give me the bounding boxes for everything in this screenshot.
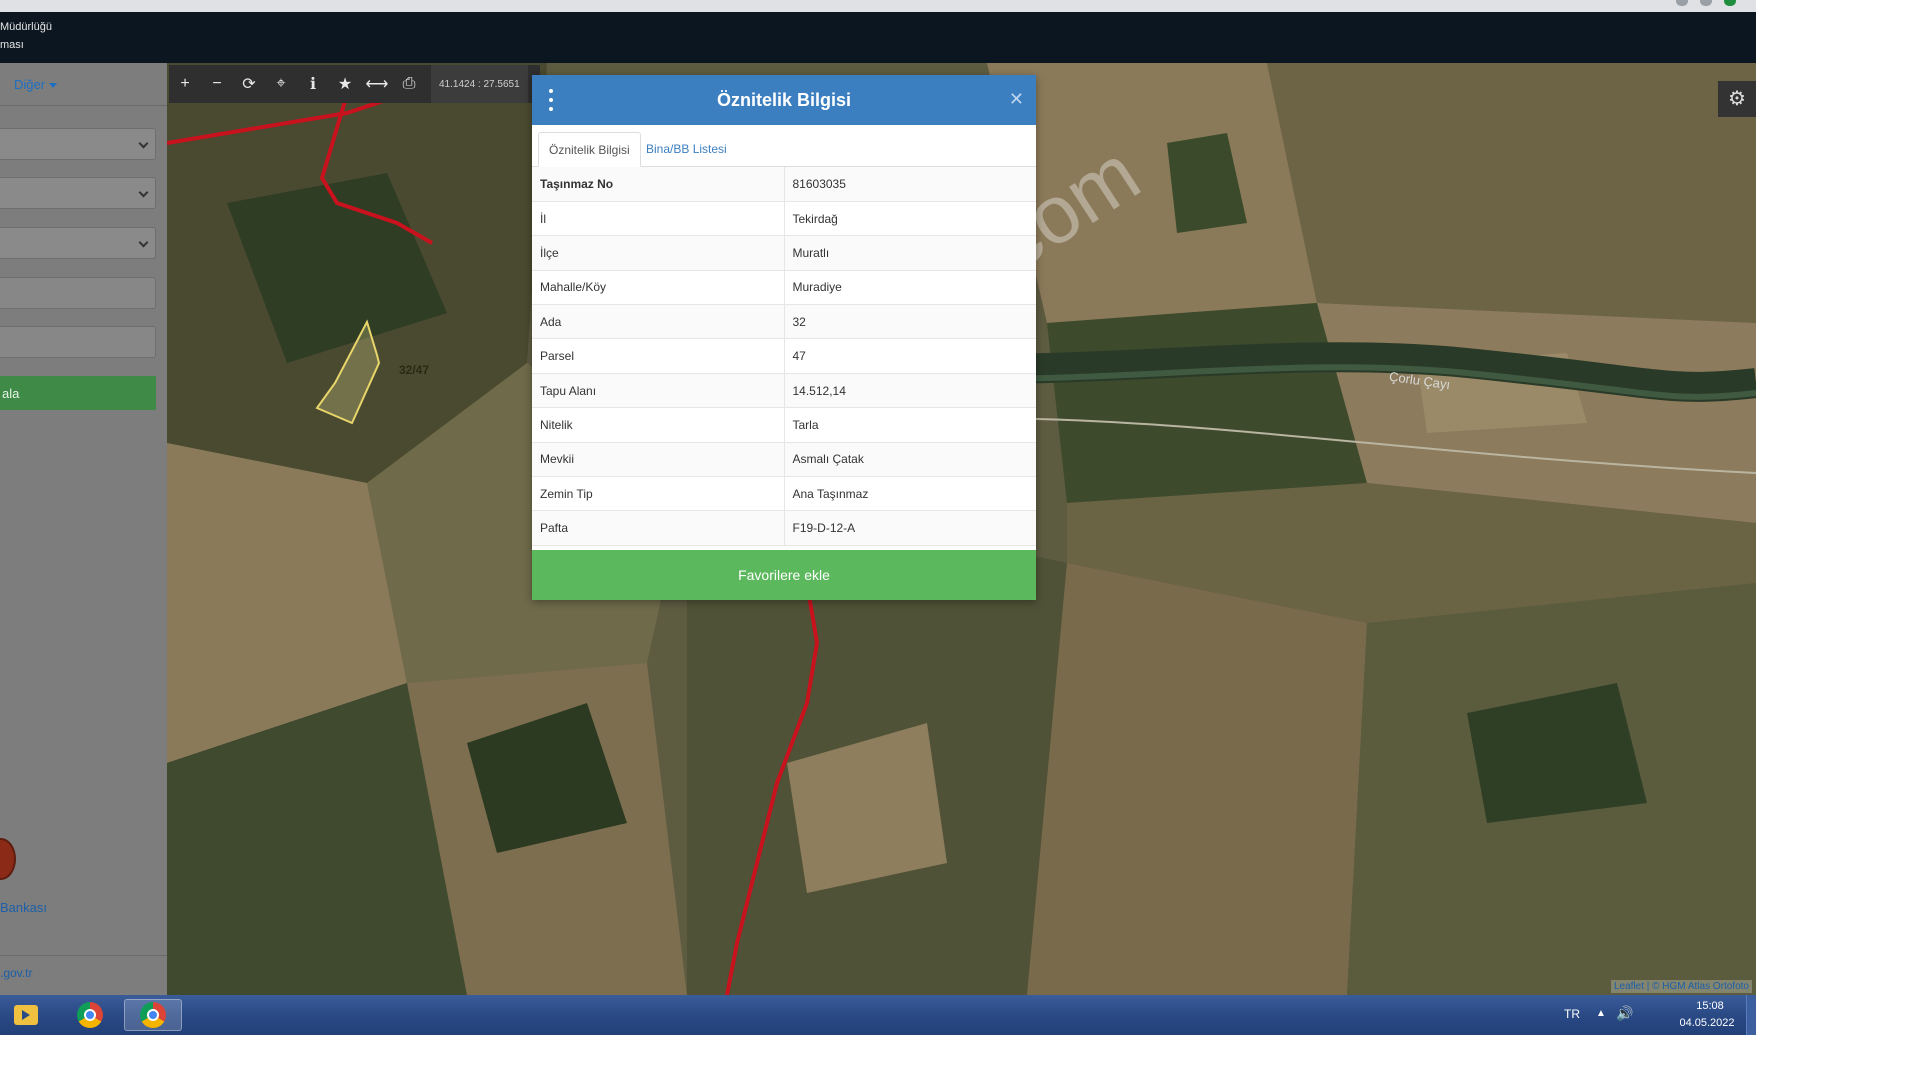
attribute-key: Pafta bbox=[532, 510, 785, 546]
tab-building-list[interactable]: Bina/BB Listesi bbox=[636, 132, 737, 167]
chevron-down-icon bbox=[138, 187, 149, 198]
refresh-icon[interactable]: ⟳ bbox=[233, 65, 265, 103]
app-header: Müdürlüğü ması bbox=[0, 12, 1756, 63]
attribute-value: 14.512,14 bbox=[784, 373, 1036, 409]
show-desktop-button[interactable] bbox=[1746, 995, 1756, 1035]
more-vertical-icon[interactable] bbox=[546, 89, 556, 111]
chevron-down-icon bbox=[138, 237, 149, 248]
clock-date[interactable]: 04.05.2022 bbox=[1670, 1017, 1744, 1029]
attribute-table: Taşınmaz No 81603035 İl Tekirdağ İlçe Murat… bbox=[532, 167, 1036, 546]
query-button[interactable]: ala bbox=[0, 376, 156, 410]
chrome-active-icon[interactable] bbox=[124, 999, 182, 1031]
map-toolbar: + − ⟳ ⌖ ℹ ★ ⟷ ⎙ 41.1424 : 27.5651 bbox=[169, 65, 540, 103]
more-menu[interactable]: Diğer bbox=[14, 77, 58, 92]
dialog-title: Öznitelik Bilgisi bbox=[716, 90, 852, 110]
table-row: Nitelik Tarla bbox=[532, 407, 1036, 443]
attribute-key: Taşınmaz No bbox=[532, 167, 785, 202]
browser-strip bbox=[0, 0, 1756, 12]
attribute-key: İlçe bbox=[532, 235, 785, 271]
dialog-header: Öznitelik Bilgisi ✕ bbox=[532, 75, 1036, 125]
more-menu-label: Diğer bbox=[14, 77, 46, 92]
star-icon[interactable]: ★ bbox=[329, 65, 361, 103]
bank-link[interactable]: Bankası bbox=[0, 900, 47, 915]
parcel-label: 32/47 bbox=[399, 363, 430, 377]
attribute-key: Tapu Alanı bbox=[532, 373, 785, 409]
attribute-value: 47 bbox=[784, 338, 1036, 374]
attribute-value: Muratlı bbox=[784, 235, 1036, 271]
chrome-icon[interactable] bbox=[70, 999, 110, 1031]
attribute-key: Ada bbox=[532, 304, 785, 340]
attribute-dialog: Öznitelik Bilgisi ✕ Öznitelik Bilgisi Bi… bbox=[532, 75, 1036, 600]
parcel-input[interactable] bbox=[0, 326, 156, 358]
table-row: Mahalle/Köy Muradiye bbox=[532, 270, 1036, 306]
taskbar: TR ▲ 🔊 15:08 04.05.2022 bbox=[0, 995, 1756, 1035]
attribute-value: F19-D-12-A bbox=[784, 510, 1036, 546]
zoom-in-icon[interactable]: + bbox=[169, 65, 201, 103]
table-row: Pafta F19-D-12-A bbox=[532, 510, 1036, 546]
volume-icon[interactable]: 🔊 bbox=[1616, 1005, 1633, 1022]
table-row: Mevkii Asmalı Çatak bbox=[532, 442, 1036, 478]
attribute-value: 32 bbox=[784, 304, 1036, 340]
clock-time[interactable]: 15:08 bbox=[1680, 1000, 1740, 1012]
print-icon[interactable]: ⎙ bbox=[393, 65, 425, 103]
info-icon[interactable]: ℹ bbox=[297, 65, 329, 103]
extension-icon[interactable] bbox=[1676, 0, 1688, 6]
bank-logo bbox=[0, 838, 16, 880]
locate-icon[interactable]: ⌖ bbox=[265, 65, 297, 103]
table-row: İl Tekirdağ bbox=[532, 201, 1036, 237]
attribute-value: Muradiye bbox=[784, 270, 1036, 306]
table-row: Zemin Tip Ana Taşınmaz bbox=[532, 476, 1036, 512]
attribute-key: Zemin Tip bbox=[532, 476, 785, 512]
measure-icon[interactable]: ⟷ bbox=[361, 65, 393, 103]
footer-link[interactable]: .gov.tr bbox=[0, 966, 32, 980]
media-player-icon[interactable] bbox=[6, 999, 46, 1031]
attribute-value: Tekirdağ bbox=[784, 201, 1036, 237]
block-input[interactable] bbox=[0, 277, 156, 309]
extension-icon[interactable] bbox=[1700, 0, 1712, 6]
dialog-tabs: Öznitelik Bilgisi Bina/BB Listesi bbox=[532, 125, 1036, 167]
language-indicator[interactable]: TR bbox=[1564, 1007, 1580, 1021]
profile-icon[interactable] bbox=[1724, 0, 1736, 6]
add-to-favorites-button[interactable]: Favorilere ekle bbox=[532, 550, 1036, 600]
tab-attributes[interactable]: Öznitelik Bilgisi bbox=[538, 132, 641, 167]
table-row: Parsel 47 bbox=[532, 338, 1036, 374]
table-row: Tapu Alanı 14.512,14 bbox=[532, 373, 1036, 409]
divider bbox=[0, 955, 167, 956]
attribute-value: Tarla bbox=[784, 407, 1036, 443]
zoom-out-icon[interactable]: − bbox=[201, 65, 233, 103]
map-attribution[interactable]: Leaflet | © HGM Atlas Ortofoto bbox=[1610, 980, 1752, 993]
table-row: Ada 32 bbox=[532, 304, 1036, 340]
header-title-line2: ması bbox=[0, 39, 24, 51]
tray-arrow-icon[interactable]: ▲ bbox=[1596, 1008, 1606, 1019]
attribute-key: Nitelik bbox=[532, 407, 785, 443]
attribute-key: Mevkii bbox=[532, 442, 785, 478]
screen: Müdürlüğü ması Diğer ala Bankası .gov.tr bbox=[0, 0, 1920, 1080]
header-title-line1: Müdürlüğü bbox=[0, 21, 52, 33]
chevron-down-icon bbox=[138, 138, 149, 149]
table-row: Taşınmaz No 81603035 bbox=[532, 167, 1036, 202]
neighborhood-select[interactable] bbox=[0, 227, 156, 259]
province-select[interactable] bbox=[0, 128, 156, 160]
attribute-key: Parsel bbox=[532, 338, 785, 374]
district-select[interactable] bbox=[0, 177, 156, 209]
attribute-value: 81603035 bbox=[784, 167, 1036, 202]
gear-icon[interactable]: ⚙ bbox=[1718, 81, 1756, 117]
attribute-value: Asmalı Çatak bbox=[784, 442, 1036, 478]
coordinate-readout: 41.1424 : 27.5651 bbox=[431, 65, 528, 103]
close-icon[interactable]: ✕ bbox=[1009, 89, 1024, 110]
divider bbox=[0, 105, 167, 106]
attribute-key: İl bbox=[532, 201, 785, 237]
sidebar: Diğer ala Bankası .gov.tr bbox=[0, 63, 167, 995]
caret-down-icon bbox=[49, 83, 58, 89]
browser-icons bbox=[1676, 0, 1736, 10]
attribute-key: Mahalle/Köy bbox=[532, 270, 785, 306]
attribute-value: Ana Taşınmaz bbox=[784, 476, 1036, 512]
table-row: İlçe Muratlı bbox=[532, 235, 1036, 271]
